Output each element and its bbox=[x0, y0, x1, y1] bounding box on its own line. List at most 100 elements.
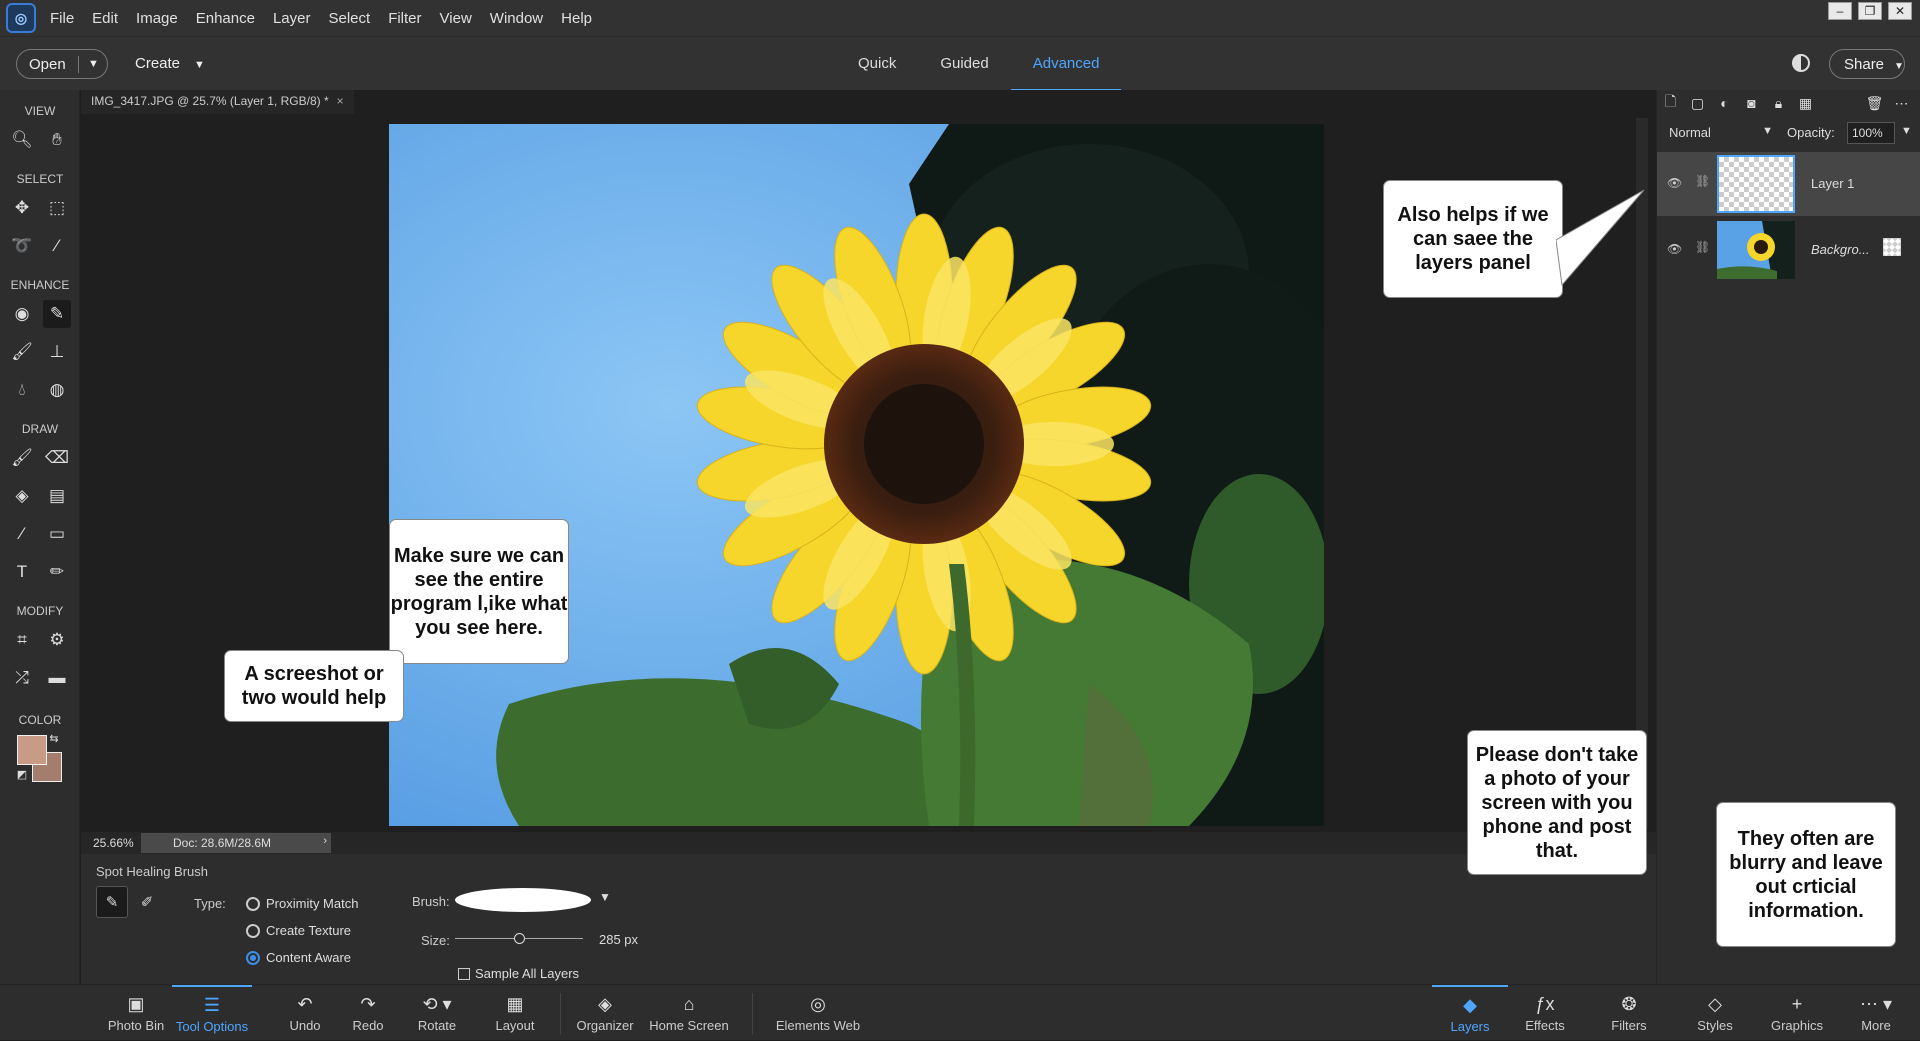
delete-layer-icon[interactable]: 🗑︎ bbox=[1861, 95, 1888, 112]
layer-row-layer-1[interactable]: 👁︎ ⛓︎ Layer 1 bbox=[1657, 152, 1920, 216]
styles-button[interactable]: ◇ Styles bbox=[1684, 985, 1746, 1041]
organizer-button[interactable]: ◈ Organizer bbox=[570, 985, 640, 1041]
separator bbox=[560, 993, 561, 1035]
layer-row-background[interactable]: 👁︎ ⛓︎ Backgro... bbox=[1657, 218, 1920, 282]
menu-enhance[interactable]: Enhance bbox=[196, 10, 255, 27]
home-screen-button[interactable]: ⌂ Home Screen bbox=[648, 985, 730, 1041]
radio-content-aware[interactable]: Content Aware bbox=[246, 950, 351, 965]
clone-stamp-tool-icon[interactable]: ⊥ bbox=[43, 338, 71, 366]
new-group-icon[interactable]: ▢ bbox=[1684, 95, 1711, 112]
home-icon: ⌂ bbox=[683, 993, 695, 1014]
foreground-color-swatch[interactable] bbox=[17, 735, 47, 765]
menu-window[interactable]: Window bbox=[490, 10, 543, 27]
tab-guided[interactable]: Guided bbox=[918, 37, 1010, 91]
smart-brush-tool-icon[interactable]: 🖌︎ bbox=[8, 338, 36, 366]
lock-transparency-icon[interactable]: ▦ bbox=[1792, 95, 1819, 112]
gradient-tool-icon[interactable]: ▤ bbox=[43, 482, 71, 510]
separator bbox=[752, 993, 753, 1035]
graphics-label: Graphics bbox=[1770, 1017, 1824, 1033]
move-tool-icon[interactable]: ✥ bbox=[8, 194, 36, 222]
type-tool-icon[interactable]: T bbox=[8, 558, 36, 586]
healing-brush-mode-icon[interactable]: ✐ bbox=[131, 886, 163, 918]
document-tab[interactable]: IMG_3417.JPG @ 25.7% (Layer 1, RGB/8) * × bbox=[81, 90, 354, 114]
doc-info[interactable]: Doc: 28.6M/28.6M › bbox=[141, 833, 331, 853]
zoom-tool-icon[interactable]: 🔍︎ bbox=[8, 126, 36, 154]
filters-button[interactable]: ❂ Filters bbox=[1598, 985, 1660, 1041]
close-window-button[interactable]: ✕ bbox=[1888, 2, 1912, 20]
more-button[interactable]: ⋯ ▾ More bbox=[1846, 985, 1906, 1041]
size-slider-thumb[interactable] bbox=[513, 933, 525, 944]
locked-layer-icon[interactable] bbox=[1883, 238, 1901, 256]
spot-healing-brush-tool-icon[interactable]: ✎ bbox=[43, 300, 71, 328]
open-chevron-down-icon[interactable]: ▼ bbox=[79, 58, 99, 70]
restore-button[interactable]: ❐ bbox=[1858, 2, 1882, 20]
swap-colors-icon[interactable]: ⇆ bbox=[46, 730, 62, 746]
crop-tool-icon[interactable]: ⌗ bbox=[8, 626, 36, 654]
blur-tool-icon[interactable]: 💧︎ bbox=[8, 376, 36, 404]
tab-advanced[interactable]: Advanced bbox=[1010, 37, 1122, 91]
eraser-tool-icon[interactable]: ⌫ bbox=[43, 444, 71, 472]
tab-quick[interactable]: Quick bbox=[836, 37, 918, 91]
opacity-input[interactable]: 100% bbox=[1847, 122, 1895, 144]
tool-options-button[interactable]: ☰ Tool Options bbox=[172, 985, 252, 1041]
open-button[interactable]: Open ▼ bbox=[16, 49, 108, 79]
shape-tool-icon[interactable]: ▭ bbox=[43, 520, 71, 548]
red-eye-tool-icon[interactable]: ◉ bbox=[8, 300, 36, 328]
theme-contrast-icon[interactable] bbox=[1792, 54, 1810, 72]
create-button[interactable]: Create ▼ bbox=[135, 55, 205, 72]
eyedropper-tool-icon[interactable]: ⁄ bbox=[8, 520, 36, 548]
brush-chevron-down-icon[interactable]: ▼ bbox=[599, 890, 611, 904]
share-button[interactable]: Share ▼ bbox=[1829, 49, 1905, 79]
effects-button[interactable]: ƒx Effects bbox=[1514, 985, 1576, 1041]
brush-tool-icon[interactable]: 🖌︎ bbox=[8, 444, 36, 472]
adjustment-layer-icon[interactable]: ◐ bbox=[1711, 95, 1738, 111]
marquee-tool-icon[interactable]: ⬚ bbox=[43, 194, 71, 222]
content-aware-move-tool-icon[interactable]: ⤮ bbox=[8, 664, 36, 692]
straighten-tool-icon[interactable]: ▬ bbox=[43, 664, 71, 692]
menu-edit[interactable]: Edit bbox=[92, 10, 118, 27]
lasso-tool-icon[interactable]: ➰ bbox=[8, 232, 36, 260]
visibility-eye-icon[interactable]: 👁︎ bbox=[1667, 242, 1682, 256]
close-tab-icon[interactable]: × bbox=[337, 94, 344, 108]
menu-select[interactable]: Select bbox=[328, 10, 370, 27]
graphics-button[interactable]: + Graphics bbox=[1762, 985, 1832, 1041]
brush-preset-picker[interactable] bbox=[455, 888, 591, 912]
blend-mode-select[interactable]: Normal ▼ bbox=[1665, 122, 1777, 144]
menu-image[interactable]: Image bbox=[136, 10, 178, 27]
rotate-button[interactable]: ⟲ ▾ Rotate bbox=[407, 985, 467, 1041]
tool-options-label: Tool Options bbox=[175, 1018, 249, 1034]
pencil-tool-icon[interactable]: ✏︎ bbox=[43, 558, 71, 586]
radio-proximity-match[interactable]: Proximity Match bbox=[246, 896, 358, 911]
link-icon[interactable]: ⛓︎ bbox=[1695, 240, 1710, 254]
new-layer-icon[interactable]: 🗋 bbox=[1657, 91, 1684, 115]
paint-bucket-tool-icon[interactable]: ◈ bbox=[8, 482, 36, 510]
sunflower-image bbox=[389, 124, 1324, 826]
opacity-chevron-down-icon[interactable]: ▼ bbox=[1901, 125, 1912, 137]
menu-filter[interactable]: Filter bbox=[388, 10, 421, 27]
visibility-eye-icon[interactable]: 👁︎ bbox=[1667, 176, 1682, 190]
layers-button[interactable]: ◆ Layers bbox=[1432, 985, 1508, 1041]
sunflower-photo[interactable] bbox=[389, 124, 1324, 826]
menu-view[interactable]: View bbox=[440, 10, 472, 27]
doc-info-arrow-icon[interactable]: › bbox=[323, 835, 327, 847]
lock-all-icon[interactable]: 🔒︎ bbox=[1765, 95, 1792, 112]
menu-layer[interactable]: Layer bbox=[273, 10, 311, 27]
undo-button[interactable]: ↶ Undo bbox=[275, 985, 335, 1041]
recompose-tool-icon[interactable]: ⚙︎ bbox=[43, 626, 71, 654]
panel-more-icon[interactable]: ⋯ bbox=[1888, 95, 1915, 112]
sponge-tool-icon[interactable]: ◍ bbox=[43, 376, 71, 404]
layer-mask-icon[interactable]: ◙ bbox=[1738, 95, 1765, 111]
menu-file[interactable]: File bbox=[50, 10, 74, 27]
link-icon[interactable]: ⛓︎ bbox=[1695, 174, 1710, 188]
radio-create-texture[interactable]: Create Texture bbox=[246, 923, 351, 938]
hand-tool-icon[interactable]: ✋︎ bbox=[43, 126, 71, 154]
sample-all-layers-checkbox[interactable]: Sample All Layers bbox=[458, 966, 579, 981]
minimize-button[interactable]: – bbox=[1828, 2, 1852, 20]
menu-help[interactable]: Help bbox=[561, 10, 592, 27]
layout-button[interactable]: ▦ Layout bbox=[485, 985, 545, 1041]
magic-wand-tool-icon[interactable]: ⁄ bbox=[43, 232, 71, 260]
spot-healing-mode-icon[interactable]: ✎ bbox=[96, 886, 128, 918]
default-colors-icon[interactable]: ◩ bbox=[14, 766, 30, 782]
redo-button[interactable]: ↷ Redo bbox=[338, 985, 398, 1041]
elements-web-button[interactable]: ◎ Elements Web bbox=[772, 985, 864, 1041]
